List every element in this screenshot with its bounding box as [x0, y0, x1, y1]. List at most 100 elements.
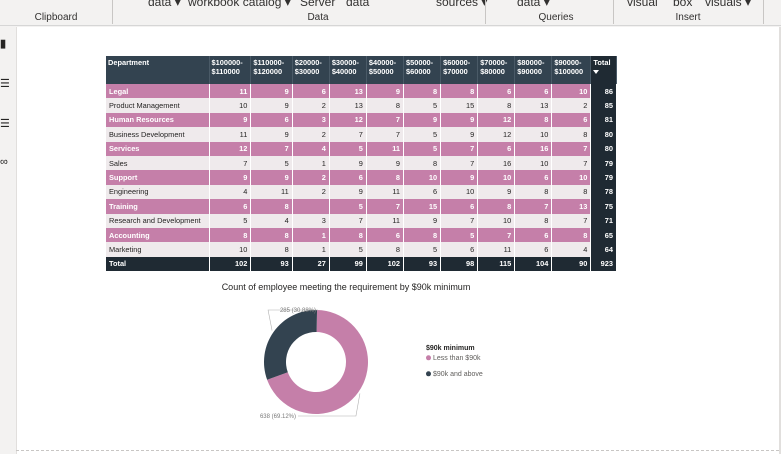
matrix-cell: 7	[551, 213, 592, 228]
matrix-cell: 12	[477, 112, 516, 128]
matrix-cell: 7	[440, 155, 479, 171]
donut-slice-90k-and-above[interactable]	[264, 310, 318, 380]
row-total-cell: 85	[590, 98, 617, 113]
matrix-cell: 9	[329, 155, 367, 171]
matrix-cell: 13	[551, 199, 592, 214]
column-header-total[interactable]: Total	[590, 56, 617, 84]
matrix-cell: 6	[329, 170, 367, 185]
table-row[interactable]: Engineering 4 11 2 9 11 6 10 9 8 8 78	[106, 184, 617, 200]
table-row[interactable]: Accounting 8 8 1 8 6 8 5 7 6 8 65	[106, 227, 617, 243]
matrix-cell: 8	[366, 170, 405, 185]
column-header-salary-band[interactable]: $100000- $110000	[209, 56, 252, 84]
matrix-cell: 5	[403, 98, 442, 113]
matrix-cell: 11	[477, 242, 516, 257]
table-view-icon[interactable]: ☰	[0, 79, 10, 90]
matrix-cell: 5	[329, 141, 367, 156]
column-header-salary-band[interactable]: $60000- $70000	[440, 56, 479, 84]
row-label: Research and Development	[106, 213, 210, 228]
row-total-cell: 71	[590, 213, 617, 228]
column-header-salary-band[interactable]: $110000- $120000	[250, 56, 293, 84]
matrix-cell: 8	[514, 112, 553, 128]
matrix-cell: 8	[514, 213, 553, 228]
report-view-icon[interactable]: ▮	[0, 39, 10, 50]
page-boundary	[16, 450, 779, 451]
matrix-cell: 1	[292, 242, 330, 257]
sort-descending-icon[interactable]	[593, 70, 600, 74]
matrix-cell: 7	[366, 112, 405, 128]
ribbon-item-recent-sources[interactable]: sources ▾	[436, 0, 487, 9]
matrix-cell: 11	[250, 184, 293, 200]
matrix-cell: 9	[250, 98, 293, 113]
table-row[interactable]: Legal 11 9 6 13 9 8 8 6 6 10 86	[106, 84, 617, 99]
matrix-cell: 10	[551, 170, 592, 185]
matrix-cell: 10	[209, 242, 252, 257]
ribbon-item-new-visual[interactable]: visual	[627, 0, 658, 9]
matrix-cell: 12	[209, 141, 252, 156]
group-insert: Insert	[675, 12, 701, 23]
matrix-cell: 6	[250, 112, 293, 128]
matrix-cell: 9	[209, 170, 252, 185]
matrix-cell: 8	[477, 98, 516, 113]
column-header-salary-band[interactable]: $90000- $100000	[551, 56, 592, 84]
legend-item[interactable]: Less than $90k	[433, 355, 481, 362]
ribbon-item-sql-server[interactable]: Server	[300, 0, 335, 9]
row-label: Total	[106, 256, 210, 272]
ribbon-item-more-visuals[interactable]: visuals ▾	[705, 0, 751, 9]
row-label: Marketing	[106, 242, 210, 257]
matrix-cell: 104	[514, 256, 553, 272]
table-row[interactable]: Research and Development 5 4 3 7 11 9 7 10 8 7 71	[106, 213, 617, 228]
row-label: Legal	[106, 84, 210, 99]
matrix-cell: 4	[292, 141, 330, 156]
matrix-cell: 8	[329, 227, 367, 243]
matrix-cell: 11	[366, 213, 405, 228]
legend-marker	[426, 371, 431, 377]
matrix-cell: 16	[477, 155, 516, 171]
row-label: Product Management	[106, 98, 210, 113]
matrix-cell: 9	[440, 170, 479, 185]
row-total-cell: 81	[590, 112, 617, 128]
ribbon-item-text-box[interactable]: box	[673, 0, 692, 9]
matrix-cell: 5	[329, 199, 367, 214]
table-row[interactable]: Business Development 11 9 2 7 7 5 9 12 10 8 80	[106, 127, 617, 142]
column-header-department[interactable]: Department	[106, 56, 210, 84]
matrix-cell: 5	[209, 213, 252, 228]
row-total-cell: 79	[590, 155, 617, 171]
column-header-salary-band[interactable]: $70000- $80000	[477, 56, 516, 84]
group-clipboard: Clipboard	[34, 12, 78, 23]
matrix-cell: 99	[329, 256, 367, 272]
ribbon-item-enter-data[interactable]: data	[346, 0, 369, 9]
donut-chart[interactable]: 638 (69.12%) 285 (30.88%) Less than $90k $…	[230, 300, 510, 430]
column-header-salary-band[interactable]: $80000- $90000	[514, 56, 553, 84]
matrix-cell: 7	[440, 213, 479, 228]
matrix-cell: 27	[292, 256, 330, 272]
column-header-salary-band[interactable]: $40000- $50000	[366, 56, 405, 84]
matrix-cell	[292, 199, 330, 214]
table-row[interactable]: Marketing 10 8 1 5 8 5 6 11 6 4 64	[106, 242, 617, 257]
table-row[interactable]: Services 12 7 4 5 11 5 7 6 16 7 80	[106, 141, 617, 156]
matrix-visual[interactable]: Department $100000- $110000 $110000- $120000…	[106, 56, 617, 272]
ribbon-item-get-data[interactable]: data ▾	[148, 0, 181, 9]
table-row[interactable]: Product Management 10 9 2 13 8 5 15 8 13 2 85	[106, 98, 617, 113]
matrix-cell: 90	[551, 256, 592, 272]
matrix-cell: 8	[403, 227, 442, 243]
column-header-salary-band[interactable]: $50000- $60000	[403, 56, 442, 84]
matrix-cell: 9	[329, 184, 367, 200]
matrix-cell: 6	[514, 242, 553, 257]
table-row[interactable]: Human Resources 9 6 3 12 7 9 9 12 8 6 81	[106, 112, 617, 128]
dax-query-view-icon[interactable]: ∞	[0, 157, 10, 168]
ribbon-item-transform-data[interactable]: data ▾	[517, 0, 550, 9]
table-row[interactable]: Sales 7 5 1 9 9 8 7 16 10 7 79	[106, 155, 617, 171]
column-header-salary-band[interactable]: $30000- $40000	[329, 56, 367, 84]
ribbon-item-workbook-catalog[interactable]: workbook catalog ▾	[188, 0, 291, 9]
matrix-cell: 6	[514, 170, 553, 185]
model-view-icon[interactable]: ☰	[0, 119, 10, 130]
table-row[interactable]: Support 9 9 2 6 8 10 9 10 6 10 79	[106, 170, 617, 185]
column-header-salary-band[interactable]: $20000- $30000	[292, 56, 330, 84]
table-row[interactable]: Training 6 8 5 7 15 6 8 7 13 75	[106, 199, 617, 214]
matrix-cell: 8	[551, 184, 592, 200]
total-row[interactable]: Total 102 93 27 99 102 93 98 115 104 90 923	[106, 256, 617, 272]
legend-item[interactable]: $90k and above	[433, 371, 483, 378]
matrix-cell: 10	[440, 184, 479, 200]
matrix-header-row: Department $100000- $110000 $110000- $120000…	[106, 56, 617, 84]
matrix-cell: 16	[514, 141, 553, 156]
